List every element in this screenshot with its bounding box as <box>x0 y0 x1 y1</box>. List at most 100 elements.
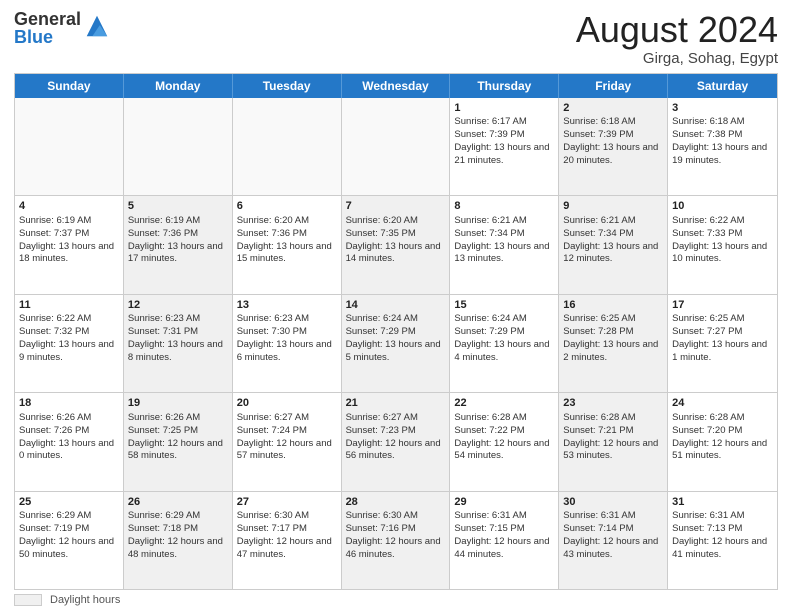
day-number: 15 <box>454 298 554 313</box>
cal-cell: 16Sunrise: 6:25 AM Sunset: 7:28 PM Dayli… <box>559 295 668 392</box>
cal-row: 4Sunrise: 6:19 AM Sunset: 7:37 PM Daylig… <box>15 195 777 293</box>
day-number: 6 <box>237 199 337 214</box>
cal-row: 25Sunrise: 6:29 AM Sunset: 7:19 PM Dayli… <box>15 491 777 589</box>
day-info: Sunrise: 6:19 AM Sunset: 7:37 PM Dayligh… <box>19 215 114 264</box>
cal-cell: 7Sunrise: 6:20 AM Sunset: 7:35 PM Daylig… <box>342 196 451 293</box>
logo-text: General Blue <box>14 10 81 46</box>
day-number: 17 <box>672 298 773 313</box>
day-info: Sunrise: 6:23 AM Sunset: 7:31 PM Dayligh… <box>128 313 223 362</box>
cal-cell: 9Sunrise: 6:21 AM Sunset: 7:34 PM Daylig… <box>559 196 668 293</box>
day-info: Sunrise: 6:28 AM Sunset: 7:22 PM Dayligh… <box>454 412 549 461</box>
cal-header-day: Friday <box>559 74 668 98</box>
cal-cell: 4Sunrise: 6:19 AM Sunset: 7:37 PM Daylig… <box>15 196 124 293</box>
day-number: 14 <box>346 298 446 313</box>
day-info: Sunrise: 6:17 AM Sunset: 7:39 PM Dayligh… <box>454 116 549 165</box>
logo-blue: Blue <box>14 28 81 46</box>
footer: Daylight hours <box>14 594 778 606</box>
day-info: Sunrise: 6:21 AM Sunset: 7:34 PM Dayligh… <box>563 215 658 264</box>
cal-cell: 15Sunrise: 6:24 AM Sunset: 7:29 PM Dayli… <box>450 295 559 392</box>
cal-cell: 25Sunrise: 6:29 AM Sunset: 7:19 PM Dayli… <box>15 492 124 589</box>
day-number: 13 <box>237 298 337 313</box>
cal-header-day: Thursday <box>450 74 559 98</box>
day-info: Sunrise: 6:20 AM Sunset: 7:35 PM Dayligh… <box>346 215 441 264</box>
cal-cell: 23Sunrise: 6:28 AM Sunset: 7:21 PM Dayli… <box>559 393 668 490</box>
day-info: Sunrise: 6:27 AM Sunset: 7:24 PM Dayligh… <box>237 412 332 461</box>
cal-cell: 24Sunrise: 6:28 AM Sunset: 7:20 PM Dayli… <box>668 393 777 490</box>
day-info: Sunrise: 6:25 AM Sunset: 7:27 PM Dayligh… <box>672 313 767 362</box>
day-number: 18 <box>19 396 119 411</box>
day-info: Sunrise: 6:18 AM Sunset: 7:39 PM Dayligh… <box>563 116 658 165</box>
cal-cell <box>15 98 124 195</box>
location: Girga, Sohag, Egypt <box>576 50 778 67</box>
day-number: 25 <box>19 495 119 510</box>
daylight-swatch <box>14 594 42 606</box>
day-number: 1 <box>454 101 554 116</box>
cal-header-day: Monday <box>124 74 233 98</box>
cal-cell: 5Sunrise: 6:19 AM Sunset: 7:36 PM Daylig… <box>124 196 233 293</box>
cal-cell: 19Sunrise: 6:26 AM Sunset: 7:25 PM Dayli… <box>124 393 233 490</box>
cal-cell: 20Sunrise: 6:27 AM Sunset: 7:24 PM Dayli… <box>233 393 342 490</box>
day-info: Sunrise: 6:28 AM Sunset: 7:20 PM Dayligh… <box>672 412 767 461</box>
daylight-label: Daylight hours <box>50 594 120 606</box>
cal-cell: 6Sunrise: 6:20 AM Sunset: 7:36 PM Daylig… <box>233 196 342 293</box>
cal-row: 11Sunrise: 6:22 AM Sunset: 7:32 PM Dayli… <box>15 294 777 392</box>
logo-icon <box>83 12 111 40</box>
day-info: Sunrise: 6:24 AM Sunset: 7:29 PM Dayligh… <box>346 313 441 362</box>
logo-general: General <box>14 10 81 28</box>
cal-cell: 13Sunrise: 6:23 AM Sunset: 7:30 PM Dayli… <box>233 295 342 392</box>
day-number: 4 <box>19 199 119 214</box>
day-number: 22 <box>454 396 554 411</box>
page: General Blue August 2024 Girga, Sohag, E… <box>0 0 792 612</box>
day-number: 20 <box>237 396 337 411</box>
day-info: Sunrise: 6:23 AM Sunset: 7:30 PM Dayligh… <box>237 313 332 362</box>
cal-cell: 18Sunrise: 6:26 AM Sunset: 7:26 PM Dayli… <box>15 393 124 490</box>
day-info: Sunrise: 6:22 AM Sunset: 7:32 PM Dayligh… <box>19 313 114 362</box>
cal-row: 18Sunrise: 6:26 AM Sunset: 7:26 PM Dayli… <box>15 392 777 490</box>
day-number: 7 <box>346 199 446 214</box>
day-number: 21 <box>346 396 446 411</box>
day-number: 12 <box>128 298 228 313</box>
cal-cell: 27Sunrise: 6:30 AM Sunset: 7:17 PM Dayli… <box>233 492 342 589</box>
day-info: Sunrise: 6:21 AM Sunset: 7:34 PM Dayligh… <box>454 215 549 264</box>
cal-cell: 11Sunrise: 6:22 AM Sunset: 7:32 PM Dayli… <box>15 295 124 392</box>
cal-cell: 12Sunrise: 6:23 AM Sunset: 7:31 PM Dayli… <box>124 295 233 392</box>
cal-cell: 3Sunrise: 6:18 AM Sunset: 7:38 PM Daylig… <box>668 98 777 195</box>
month-title: August 2024 <box>576 10 778 50</box>
day-number: 9 <box>563 199 663 214</box>
day-number: 26 <box>128 495 228 510</box>
header: General Blue August 2024 Girga, Sohag, E… <box>14 10 778 67</box>
cal-header-day: Tuesday <box>233 74 342 98</box>
day-info: Sunrise: 6:29 AM Sunset: 7:18 PM Dayligh… <box>128 510 223 559</box>
day-info: Sunrise: 6:24 AM Sunset: 7:29 PM Dayligh… <box>454 313 549 362</box>
day-number: 19 <box>128 396 228 411</box>
calendar-body: 1Sunrise: 6:17 AM Sunset: 7:39 PM Daylig… <box>15 98 777 589</box>
day-info: Sunrise: 6:30 AM Sunset: 7:17 PM Dayligh… <box>237 510 332 559</box>
day-info: Sunrise: 6:26 AM Sunset: 7:25 PM Dayligh… <box>128 412 223 461</box>
cal-cell: 10Sunrise: 6:22 AM Sunset: 7:33 PM Dayli… <box>668 196 777 293</box>
day-number: 2 <box>563 101 663 116</box>
cal-cell: 8Sunrise: 6:21 AM Sunset: 7:34 PM Daylig… <box>450 196 559 293</box>
cal-header-day: Sunday <box>15 74 124 98</box>
day-number: 31 <box>672 495 773 510</box>
day-info: Sunrise: 6:27 AM Sunset: 7:23 PM Dayligh… <box>346 412 441 461</box>
day-number: 28 <box>346 495 446 510</box>
cal-cell: 29Sunrise: 6:31 AM Sunset: 7:15 PM Dayli… <box>450 492 559 589</box>
cal-cell: 30Sunrise: 6:31 AM Sunset: 7:14 PM Dayli… <box>559 492 668 589</box>
calendar: SundayMondayTuesdayWednesdayThursdayFrid… <box>14 73 778 590</box>
cal-cell: 14Sunrise: 6:24 AM Sunset: 7:29 PM Dayli… <box>342 295 451 392</box>
day-info: Sunrise: 6:31 AM Sunset: 7:13 PM Dayligh… <box>672 510 767 559</box>
day-info: Sunrise: 6:18 AM Sunset: 7:38 PM Dayligh… <box>672 116 767 165</box>
day-number: 11 <box>19 298 119 313</box>
day-info: Sunrise: 6:20 AM Sunset: 7:36 PM Dayligh… <box>237 215 332 264</box>
day-number: 23 <box>563 396 663 411</box>
day-info: Sunrise: 6:31 AM Sunset: 7:14 PM Dayligh… <box>563 510 658 559</box>
cal-cell: 26Sunrise: 6:29 AM Sunset: 7:18 PM Dayli… <box>124 492 233 589</box>
day-info: Sunrise: 6:26 AM Sunset: 7:26 PM Dayligh… <box>19 412 114 461</box>
day-number: 3 <box>672 101 773 116</box>
day-number: 24 <box>672 396 773 411</box>
cal-cell: 28Sunrise: 6:30 AM Sunset: 7:16 PM Dayli… <box>342 492 451 589</box>
day-info: Sunrise: 6:30 AM Sunset: 7:16 PM Dayligh… <box>346 510 441 559</box>
title-block: August 2024 Girga, Sohag, Egypt <box>576 10 778 67</box>
day-number: 29 <box>454 495 554 510</box>
day-number: 16 <box>563 298 663 313</box>
